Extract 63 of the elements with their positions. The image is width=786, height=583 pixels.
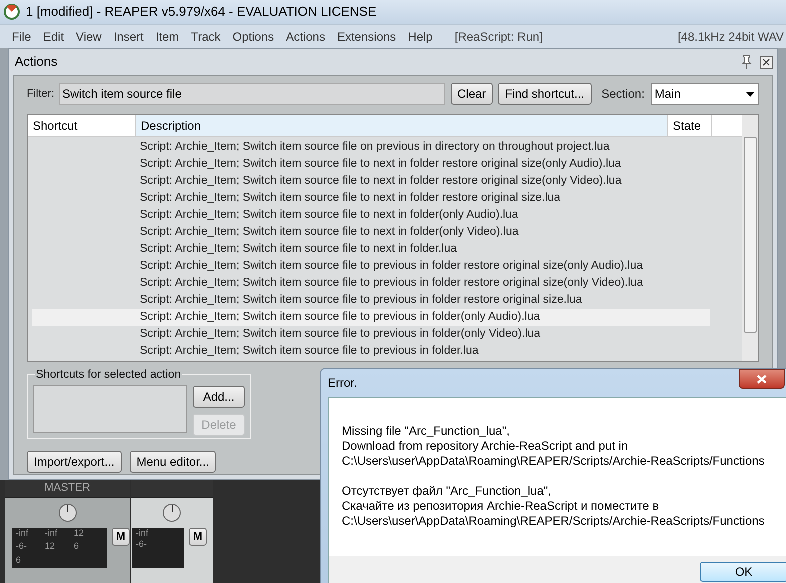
action-row[interactable]: Script: Archie_Item; Switch item source file to previous in folder.lua — [32, 343, 710, 360]
pan-knob[interactable] — [163, 504, 181, 522]
app-logo-icon — [4, 4, 20, 20]
clear-button[interactable]: Clear — [450, 83, 494, 105]
dropdown-caret-icon — [746, 92, 755, 96]
close-icon — [757, 374, 767, 384]
action-row[interactable]: Script: Archie_Item; Switch item source file to previous in folder restore original size(only Audio).lua — [32, 258, 710, 275]
panel-title: Actions — [14, 53, 58, 72]
add-button[interactable]: Add... — [193, 386, 245, 408]
action-row[interactable]: Script: Archie_Item; Switch item source file to next in folder(only Video).lua — [32, 224, 710, 241]
column-header[interactable]: Description — [136, 115, 668, 136]
mute-button[interactable]: M — [189, 528, 207, 546]
action-row[interactable]: Script: Archie_Item; Switch item source file to previous in folder(only Audio).lua — [32, 309, 710, 326]
action-row[interactable]: Script: Archie_Item; Switch item source file on previous in directory on throughout project.lua — [32, 139, 710, 156]
meter-text: -inf — [16, 528, 30, 540]
action-row[interactable]: Script: Archie_Item; Switch item source file to next in folder restore original size(only Audio).lua — [32, 156, 710, 173]
mute-button[interactable]: M — [112, 528, 130, 546]
meter-text: -inf — [136, 528, 150, 539]
action-row[interactable]: Script: Archie_Item; Switch item source file to previous in folder(only Video).lua — [32, 326, 710, 343]
action-row[interactable]: Script: Archie_Item; Switch item source file to next in folder restore original size(only Video).lua — [32, 173, 710, 190]
menu-item[interactable]: Extensions — [331, 28, 402, 46]
error-message: Missing file "Arc_Function_lua", Download from repository Archie-ReaScript and put in C:\Users\user\AppData\Roaming\REAPER/Scripts/Archie-ReaScripts/Functions — [342, 424, 765, 469]
menu-editor-button[interactable]: Menu editor... — [130, 451, 216, 473]
audio-format-text: [48.1kHz 24bit WAV — [678, 28, 785, 46]
section-dropdown[interactable]: Main — [650, 83, 759, 105]
pan-knob[interactable] — [58, 504, 76, 522]
meter-text: -inf — [45, 528, 59, 540]
dialog-title: Error. — [328, 375, 358, 392]
action-row[interactable]: Script: Archie_Item; Switch item source file to next in folder restore original size.lua — [32, 190, 710, 207]
menu-item[interactable]: File — [6, 28, 38, 46]
section-label: Section: — [602, 86, 645, 103]
close-button[interactable] — [739, 369, 785, 389]
pin-icon[interactable] — [740, 55, 754, 69]
action-row[interactable]: Script: Archie_Item; Switch item source file to next in folder.lua — [32, 241, 710, 258]
error-message: Отсутствует файл "Arc_Function_lua", Скачайте из репозитория Archie-ReaScript и поместите в C:\Users\user\AppData\Roaming\REAPER/Scripts/Archie-ReaScripts/Functions — [342, 484, 765, 529]
filter-label: Filter: — [27, 86, 54, 102]
action-row[interactable]: Script: Archie_Item; Switch item source file to next in folder(only Audio).lua — [32, 207, 710, 224]
close-icon[interactable] — [760, 56, 773, 68]
action-row[interactable]: Script: Archie_Item; Switch item source file to previous in folder restore original size.lua — [32, 292, 710, 309]
meter-text: 12 — [74, 528, 86, 540]
meter-text: 6 — [74, 541, 80, 554]
menu-item[interactable]: Help — [402, 28, 439, 46]
meter-text: 12 — [45, 541, 56, 554]
ok-button[interactable]: OK — [700, 562, 786, 582]
menu-item[interactable]: Options — [226, 28, 280, 46]
menu-item[interactable]: Insert — [108, 28, 150, 46]
menu-item[interactable]: Edit — [37, 28, 70, 46]
meter-text: -6- — [16, 541, 28, 554]
filter-field[interactable]: Switch item source file — [58, 83, 444, 105]
menu-item[interactable]: Item — [150, 28, 186, 46]
scrollbar[interactable] — [742, 115, 758, 361]
window-title: 1 [modified] - REAPER v5.979/x64 - EVALUATION LICENSE — [26, 3, 377, 22]
import-export-button[interactable]: Import/export... — [27, 451, 122, 473]
menu-item[interactable]: View — [70, 28, 108, 46]
menu-item[interactable]: Actions — [280, 28, 332, 46]
menu-item[interactable]: Track — [185, 28, 227, 46]
meter-text: -6- — [136, 539, 148, 550]
strip-label: MASTER — [44, 481, 90, 496]
meter-text: 6 — [16, 554, 22, 567]
action-row[interactable]: Script: Archie_Item; Switch item source file to previous in folder restore original size(only Video).lua — [32, 275, 710, 292]
column-header[interactable]: State — [668, 115, 712, 136]
find-shortcut-button[interactable]: Find shortcut... — [498, 83, 592, 105]
status-text: [ReaScript: Run] — [454, 28, 543, 46]
